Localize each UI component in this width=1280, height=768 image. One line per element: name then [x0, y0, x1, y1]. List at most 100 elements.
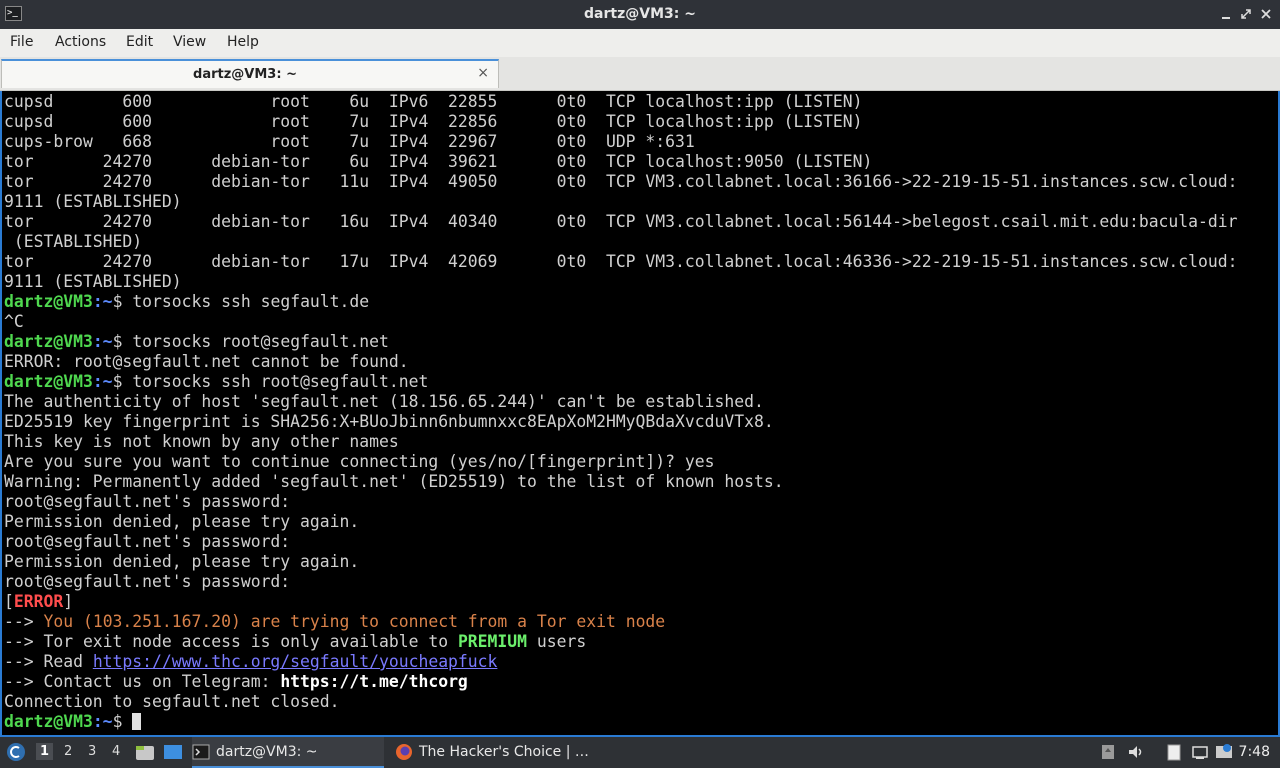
- line-text: users: [527, 632, 587, 651]
- tab-terminal[interactable]: dartz@VM3: ~ ×: [1, 59, 499, 88]
- terminal-line: dartz@VM3:~$ torsocks ssh root@segfault.…: [4, 372, 1238, 392]
- terminal-line: tor 24270 debian-tor 6u IPv4 39621 0t0 T…: [4, 152, 1238, 172]
- tab-label: dartz@VM3: ~: [193, 67, 297, 82]
- workspace-3[interactable]: 3: [88, 744, 96, 759]
- menu-help[interactable]: Help: [227, 34, 259, 50]
- line-text: --> Read: [4, 652, 93, 671]
- taskbar: 1 2 3 4 dartz@VM3: ~ The Hacker's Choice…: [0, 737, 1280, 768]
- clipboard-icon: [1167, 744, 1181, 761]
- clock[interactable]: 7:48: [1239, 744, 1270, 760]
- terminal-line: cupsd 600 root 7u IPv4 22856 0t0 TCP loc…: [4, 112, 1238, 132]
- terminal-line: --> Tor exit node access is only availab…: [4, 632, 1238, 652]
- terminal-icon: [192, 744, 210, 760]
- line-text: ED25519 key fingerprint is SHA256:X+BUoJ…: [4, 412, 774, 431]
- desktop-icon: [164, 745, 182, 759]
- terminal-line: root@segfault.net's password:: [4, 532, 1238, 552]
- menu-view[interactable]: View: [173, 34, 206, 50]
- line-text: Warning: Permanently added 'segfault.net…: [4, 472, 784, 491]
- terminal-line: Connection to segfault.net closed.: [4, 692, 1238, 712]
- prompt-path: :~: [92, 332, 113, 351]
- volume-tray-icon[interactable]: [1127, 743, 1145, 761]
- bracket-close: ]: [63, 592, 74, 611]
- terminal-line: [ERROR]: [4, 592, 1238, 612]
- task-firefox[interactable]: The Hacker's Choice | …: [395, 737, 595, 768]
- terminal-line: ED25519 key fingerprint is SHA256:X+BUoJ…: [4, 412, 1238, 432]
- network-icon: [1192, 746, 1208, 759]
- line-text: --> Tor exit node access is only availab…: [4, 632, 458, 651]
- notifications-tray-icon[interactable]: [1215, 743, 1233, 761]
- workspace-2[interactable]: 2: [64, 744, 72, 759]
- terminal-link[interactable]: https://www.thc.org/segfault/youcheapfuc…: [93, 652, 498, 671]
- network-tray-icon[interactable]: [1191, 743, 1209, 761]
- terminal-line: 9111 (ESTABLISHED): [4, 272, 1238, 292]
- notification-icon: [1216, 744, 1232, 758]
- terminal-line: --> Contact us on Telegram: https://t.me…: [4, 672, 1238, 692]
- show-desktop-button[interactable]: [163, 743, 183, 762]
- terminal-line: The authenticity of host 'segfault.net (…: [4, 392, 1238, 412]
- clipboard-tray-icon[interactable]: [1165, 743, 1183, 761]
- line-text: tor 24270 debian-tor 11u IPv4 49050 0t0 …: [4, 172, 1238, 191]
- workspace-4[interactable]: 4: [112, 744, 120, 759]
- start-menu-button[interactable]: [6, 742, 26, 762]
- minimize-button[interactable]: [1218, 6, 1234, 22]
- prompt-sign: $: [112, 372, 133, 391]
- line-text: ^C: [4, 312, 24, 331]
- window-titlebar[interactable]: >_ dartz@VM3: ~: [0, 0, 1280, 29]
- file-manager-launcher[interactable]: [135, 743, 155, 762]
- task-terminal[interactable]: dartz@VM3: ~: [192, 737, 384, 768]
- workspace-1[interactable]: 1: [36, 743, 54, 760]
- terminal-line: Permission denied, please try again.: [4, 552, 1238, 572]
- line-text: Are you sure you want to continue connec…: [4, 452, 715, 471]
- error-label: ERROR: [13, 592, 64, 611]
- window-title: dartz@VM3: ~: [584, 6, 696, 22]
- maximize-button[interactable]: [1238, 6, 1254, 22]
- line-text: tor 24270 debian-tor 6u IPv4 39621 0t0 T…: [4, 152, 873, 171]
- line-text: tor 24270 debian-tor 16u IPv4 40340 0t0 …: [4, 212, 1238, 231]
- prompt-user: dartz@VM3: [4, 332, 93, 351]
- line-text: Permission denied, please try again.: [4, 552, 360, 571]
- bracket-open: [: [4, 592, 14, 611]
- updates-tray-icon[interactable]: [1099, 743, 1117, 761]
- terminal-view[interactable]: cupsd 600 root 6u IPv6 22855 0t0 TCP loc…: [0, 91, 1280, 737]
- command-text: torsocks root@segfault.net: [132, 332, 389, 351]
- terminal-line: tor 24270 debian-tor 11u IPv4 49050 0t0 …: [4, 172, 1238, 192]
- line-text: cupsd 600 root 7u IPv4 22856 0t0 TCP loc…: [4, 112, 863, 131]
- premium-highlight: PREMIUM: [457, 632, 528, 651]
- terminal-line: root@segfault.net's password:: [4, 572, 1238, 592]
- terminal-line: cups-brow 668 root 7u IPv4 22967 0t0 UDP…: [4, 132, 1238, 152]
- terminal-line: This key is not known by any other names: [4, 432, 1238, 452]
- arrow-prefix: -->: [4, 612, 44, 631]
- terminal-line: root@segfault.net's password:: [4, 492, 1238, 512]
- command-text: torsocks ssh root@segfault.net: [132, 372, 429, 391]
- line-text: 9111 (ESTABLISHED): [4, 272, 182, 291]
- menu-bar: File Actions Edit View Help: [0, 29, 1280, 58]
- line-text: 9111 (ESTABLISHED): [4, 192, 182, 211]
- menu-edit[interactable]: Edit: [126, 34, 153, 50]
- terminal-line: Are you sure you want to continue connec…: [4, 452, 1238, 472]
- prompt-path: :~: [92, 292, 113, 311]
- line-text: root@segfault.net's password:: [4, 532, 291, 551]
- terminal-line: tor 24270 debian-tor 17u IPv4 42069 0t0 …: [4, 252, 1238, 272]
- task-label: The Hacker's Choice | …: [419, 744, 589, 760]
- menu-file[interactable]: File: [10, 34, 33, 50]
- line-text: root@segfault.net's password:: [4, 572, 291, 591]
- line-text: cupsd 600 root 6u IPv6 22855 0t0 TCP loc…: [4, 92, 863, 111]
- prompt-path: :~: [92, 372, 113, 391]
- terminal-line: ERROR: root@segfault.net cannot be found…: [4, 352, 1238, 372]
- line-text: Connection to segfault.net closed.: [4, 692, 340, 711]
- terminal-line: cupsd 600 root 6u IPv6 22855 0t0 TCP loc…: [4, 92, 1238, 112]
- line-text: The authenticity of host 'segfault.net (…: [4, 392, 764, 411]
- menu-actions[interactable]: Actions: [55, 34, 106, 50]
- telegram-link[interactable]: https://t.me/thcorg: [280, 672, 468, 691]
- line-text: Permission denied, please try again.: [4, 512, 360, 531]
- close-icon: [1261, 9, 1271, 19]
- prompt-user: dartz@VM3: [4, 372, 93, 391]
- prompt-sign: $: [112, 332, 133, 351]
- close-window-button[interactable]: [1258, 6, 1274, 22]
- line-text: (ESTABLISHED): [4, 232, 143, 251]
- tab-close-icon[interactable]: ×: [477, 65, 489, 81]
- terminal-line: --> Read https://www.thc.org/segfault/yo…: [4, 652, 1238, 672]
- updates-icon: [1102, 745, 1114, 759]
- terminal-line: --> You (103.251.167.20) are trying to c…: [4, 612, 1238, 632]
- line-text: tor 24270 debian-tor 17u IPv4 42069 0t0 …: [4, 252, 1238, 271]
